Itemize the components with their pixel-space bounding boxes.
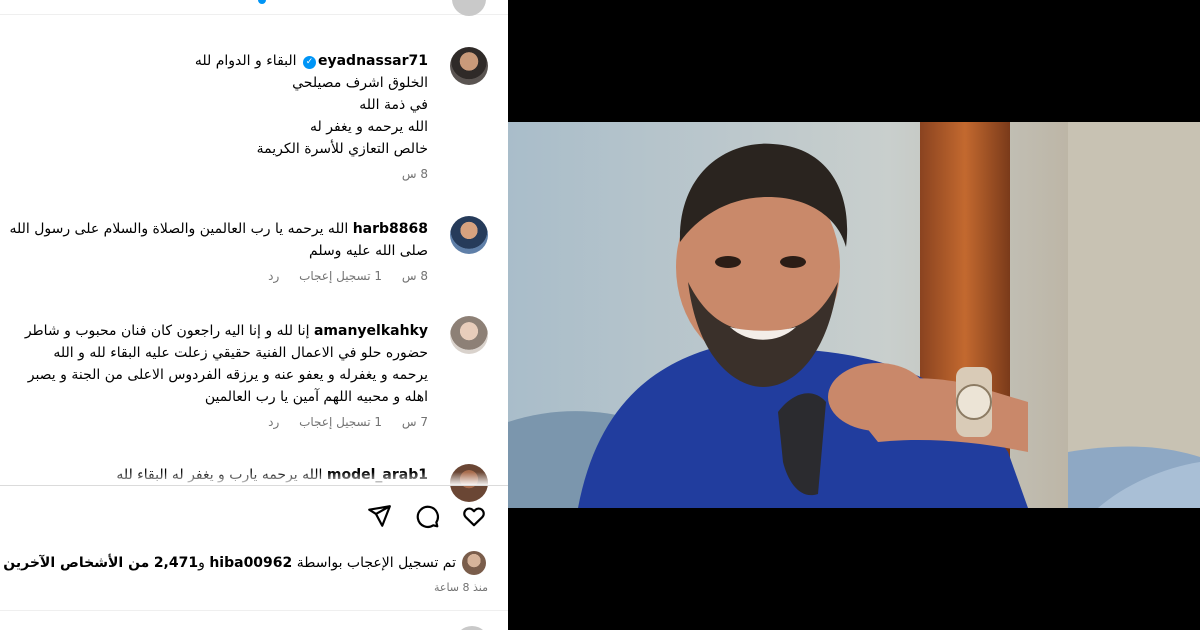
comment-amanyelkahky: amanyelkahky إنا لله و إنا اليه راجعون ك…: [25, 320, 428, 430]
verified-check-icon: ✓: [302, 56, 316, 69]
comment-text: إنا لله و إنا اليه راجعون كان فنان محبوب…: [24, 323, 310, 339]
comment-text: خالص التعازي للأسرة الكريمة: [256, 141, 428, 157]
comment-likes[interactable]: 1 تسجيل إعجاب: [299, 415, 382, 429]
liker-username[interactable]: hiba00962: [209, 555, 292, 571]
comment-harb8868: harb8868 الله يرحمه يا رب العالمين والصل…: [9, 218, 428, 284]
avatar: [455, 626, 489, 630]
comment-text: البقاء و الدوام لله: [194, 53, 297, 69]
comment-text: الله يرحمه و يغفر له: [310, 119, 428, 135]
divider: [0, 610, 508, 611]
comment-icon[interactable]: [412, 501, 442, 531]
comment-eyadnassar71: eyadnassar71✓ البقاء و الدوام لله الخلوق…: [195, 50, 428, 182]
comment-username[interactable]: amanyelkahky: [314, 323, 428, 339]
share-icon[interactable]: [364, 501, 394, 531]
comment-time[interactable]: 7 س: [402, 415, 428, 429]
comment-text: الخلوق اشرف مصيلحي: [292, 75, 428, 91]
comment-username[interactable]: eyadnassar71: [318, 53, 428, 69]
comment-text: صلى الله عليه وسلم: [309, 243, 428, 259]
avatar[interactable]: [450, 216, 488, 254]
post-time[interactable]: منذ 8 ساعة: [434, 581, 488, 594]
divider: [0, 485, 508, 486]
avatar[interactable]: [450, 316, 488, 354]
comment-text: الله يرحمه يا رب العالمين والصلاة والسلا…: [9, 221, 349, 237]
comment-username[interactable]: harb8868: [353, 221, 428, 237]
comment-text: حضوره حلو في الاعمال الفنية حقيقي زعلت ع…: [53, 345, 428, 361]
avatar[interactable]: [462, 551, 486, 575]
previous-comment-strip: [0, 0, 508, 15]
likes-summary[interactable]: تم تسجيل الإعجاب بواسطة hiba00962 و2,471…: [3, 555, 456, 571]
heart-icon[interactable]: [459, 501, 489, 531]
post-photo: [508, 122, 1200, 508]
comment-text: في ذمة الله: [359, 97, 428, 113]
reply-button[interactable]: رد: [268, 269, 279, 283]
comment-time[interactable]: 8 س: [402, 269, 428, 283]
comments-panel: eyadnassar71✓ البقاء و الدوام لله الخلوق…: [0, 0, 508, 630]
scroll-fade: [0, 472, 508, 486]
likes-suffix[interactable]: من الأشخاص الآخرين: [3, 555, 149, 571]
comment-text: يرحمه و يغفرله و يعفو عنه و يرزقه الفردو…: [27, 367, 428, 383]
comment-likes[interactable]: 1 تسجيل إعجاب: [299, 269, 382, 283]
comment-time[interactable]: 8 س: [402, 167, 428, 181]
likes-count[interactable]: 2,471: [154, 555, 198, 571]
reply-button[interactable]: رد: [268, 415, 279, 429]
likes-prefix: تم تسجيل الإعجاب بواسطة: [296, 555, 456, 571]
likes-connector: و: [198, 555, 205, 571]
avatar[interactable]: [450, 47, 488, 85]
comment-text: اهله و محبيه اللهم آمين يا رب العالمين: [204, 389, 428, 405]
